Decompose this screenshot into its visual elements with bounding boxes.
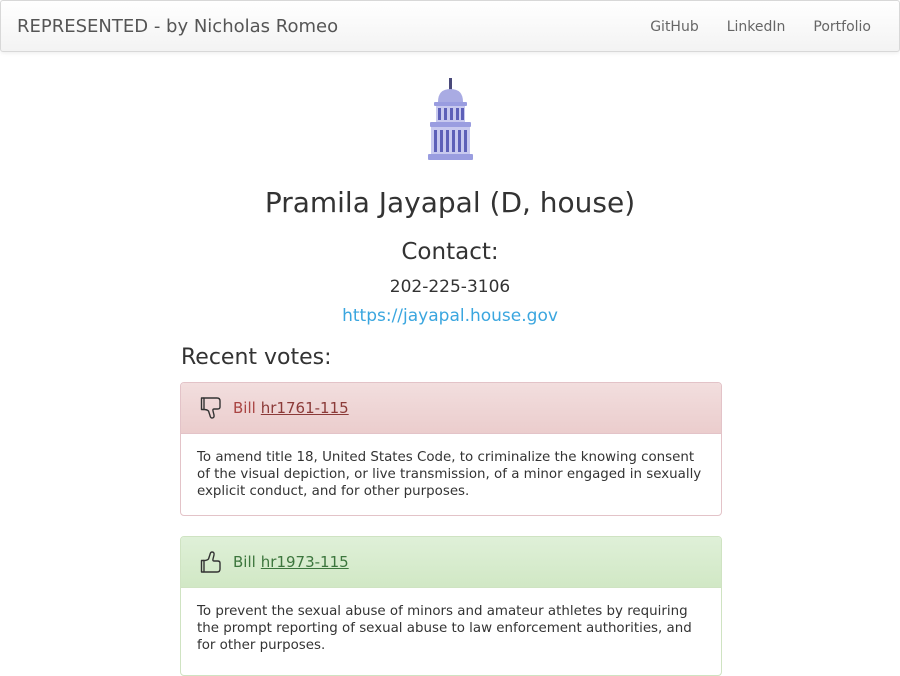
bill-link[interactable]: hr1973-115 bbox=[261, 553, 349, 571]
vote-card-nay: Bill hr1761-115 To amend title 18, Unite… bbox=[180, 382, 722, 516]
brand-title[interactable]: REPRESENTED - by Nicholas Romeo bbox=[17, 16, 338, 37]
bill-prefix: Bill bbox=[233, 399, 256, 417]
thumbs-up-icon bbox=[199, 549, 225, 575]
bill-link[interactable]: hr1761-115 bbox=[261, 399, 349, 417]
nav-links: GitHub LinkedIn Portfolio bbox=[636, 1, 899, 53]
navbar: REPRESENTED - by Nicholas Romeo GitHub L… bbox=[0, 0, 900, 52]
vote-card-yea: Bill hr1973-115 To prevent the sexual ab… bbox=[180, 536, 722, 676]
nav-link-github[interactable]: GitHub bbox=[636, 1, 713, 53]
nav-link-portfolio[interactable]: Portfolio bbox=[799, 1, 899, 53]
nav-link-linkedin[interactable]: LinkedIn bbox=[713, 1, 800, 53]
capitol-building-icon bbox=[418, 76, 482, 166]
representative-name: Pramila Jayapal (D, house) bbox=[264, 186, 636, 219]
vote-card-header: Bill hr1973-115 bbox=[181, 537, 721, 588]
phone-number: 202-225-3106 bbox=[389, 277, 511, 297]
bill-description: To amend title 18, United States Code, t… bbox=[197, 450, 702, 499]
bill-description: To prevent the sexual abuse of minors an… bbox=[197, 604, 692, 653]
contact-heading: Contact: bbox=[401, 239, 499, 265]
recent-votes-heading: Recent votes: bbox=[181, 345, 332, 370]
website-link[interactable]: https://jayapal.house.gov bbox=[0, 306, 900, 326]
bill-prefix: Bill bbox=[233, 553, 256, 571]
thumbs-down-icon bbox=[199, 395, 225, 421]
vote-card-header: Bill hr1761-115 bbox=[181, 383, 721, 434]
